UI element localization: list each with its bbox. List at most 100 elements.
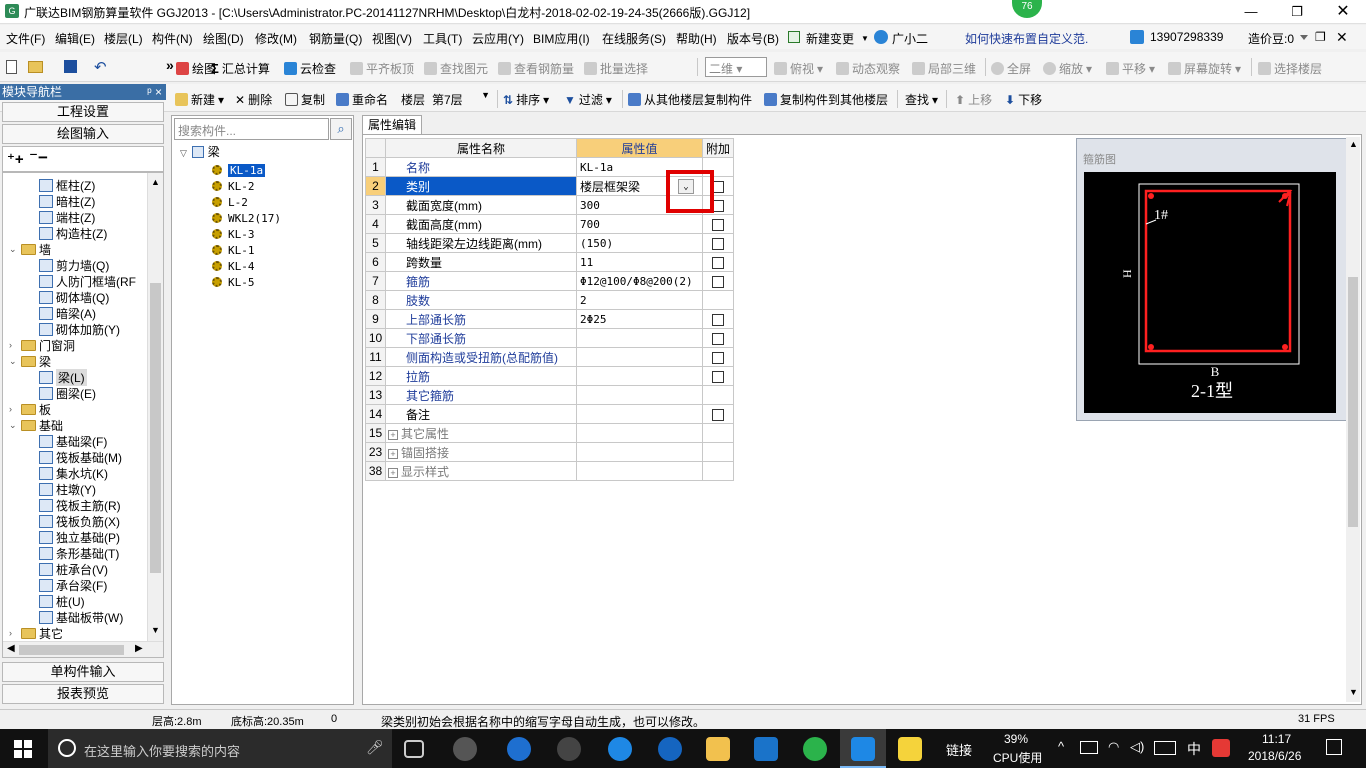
extra-checkbox[interactable] (712, 332, 724, 345)
swirl-app-icon[interactable] (557, 737, 581, 761)
fan-app-icon[interactable] (453, 737, 477, 761)
nav-hscrollbar[interactable]: ◀ ▶ (3, 641, 163, 657)
scroll-down-icon[interactable]: ▼ (1349, 687, 1358, 697)
windows-start-icon[interactable] (14, 740, 32, 758)
new-component-button[interactable]: 新建 ▾ (175, 91, 224, 108)
extra-checkbox[interactable] (712, 370, 724, 383)
view-rebar-button[interactable]: 查看钢筋量 (498, 60, 574, 77)
score-badge[interactable]: 76 (1012, 0, 1042, 18)
batch-select-button[interactable]: 批量选择 (584, 60, 648, 77)
menu-cloud[interactable]: 云应用(Y) (472, 30, 524, 47)
clock-time[interactable]: 11:17 (1262, 732, 1291, 746)
menu-version[interactable]: 版本号(B) (727, 30, 779, 47)
sum-calc-button[interactable]: Σ 汇总计算 (211, 60, 270, 77)
nav-item[interactable]: 桩承台(V) (39, 561, 108, 577)
menu-assistant[interactable]: 广小二 (892, 30, 928, 47)
sogou-ime-icon[interactable] (1212, 739, 1230, 757)
menu-edit[interactable]: 编辑(E) (55, 30, 95, 47)
file-explorer-icon[interactable] (706, 737, 730, 761)
floor-select[interactable]: 第7层 ▼ (430, 88, 492, 108)
nav-item[interactable]: 梁(L) (39, 368, 87, 386)
property-value[interactable] (576, 347, 703, 367)
copy-button[interactable]: 复制 (285, 91, 325, 108)
close-button[interactable]: ✕ (1320, 0, 1366, 24)
property-row[interactable]: 11 侧面构造或受扭筋(总配筋值) (365, 347, 734, 367)
property-row[interactable]: 14 备注 (365, 404, 734, 424)
nav-item[interactable]: 柱墩(Y) (39, 481, 96, 497)
property-row[interactable]: 9 上部通长筋 2Φ25 (365, 309, 734, 329)
nav-item[interactable]: 基础板带(W) (39, 609, 123, 625)
property-row[interactable]: 3 截面宽度(mm) 300 (365, 195, 734, 215)
property-row[interactable]: 2 类别 楼层框架梁 ⌄ (365, 176, 734, 196)
green-app-icon[interactable] (803, 737, 827, 761)
draw-input-button[interactable]: 绘图输入 (2, 124, 164, 144)
nav-scroll-thumb[interactable] (150, 283, 161, 573)
nav-folder[interactable]: › 板 (9, 401, 51, 417)
extra-checkbox[interactable] (712, 256, 724, 269)
extra-checkbox[interactable] (712, 218, 724, 231)
single-component-input-button[interactable]: 单构件输入 (2, 662, 164, 682)
move-up-button[interactable]: ⬆ 上移 (955, 91, 992, 108)
extra-checkbox[interactable] (712, 408, 724, 421)
property-value[interactable] (576, 328, 703, 348)
user-phone[interactable]: 13907298339 (1150, 30, 1223, 44)
copy-from-floor-button[interactable]: 从其他楼层复制构件 (628, 91, 752, 108)
scroll-up-icon[interactable]: ▲ (1349, 139, 1358, 149)
rotate-screen-button[interactable]: 屏幕旋转 ▾ (1168, 60, 1241, 77)
notes-app-icon[interactable] (898, 737, 922, 761)
find-button[interactable]: 查找 ▾ (905, 91, 938, 108)
undo-icon[interactable]: ↶ (94, 58, 107, 76)
extra-checkbox[interactable] (712, 275, 724, 288)
glodon-g-icon[interactable] (754, 737, 778, 761)
nav-item[interactable]: 暗柱(Z) (39, 193, 95, 209)
property-value[interactable]: KL-1a (576, 157, 703, 177)
top-view-button[interactable]: 俯视 ▾ (774, 60, 823, 77)
collapse-icon[interactable]: ▽ (180, 146, 189, 161)
component-item[interactable]: KL-2 (212, 179, 255, 194)
ime-indicator[interactable]: 中 (1187, 739, 1201, 759)
task-view-icon[interactable] (404, 740, 424, 758)
component-item[interactable]: KL-1 (212, 243, 255, 258)
collapse-all-icon[interactable]: ⁻− (29, 148, 48, 168)
zoom-button[interactable]: 缩放 ▾ (1043, 60, 1092, 77)
notification-icon[interactable] (1326, 739, 1342, 755)
menu-tools[interactable]: 工具(T) (423, 30, 462, 47)
keyboard-icon[interactable] (1154, 741, 1176, 755)
nav-item[interactable]: 框柱(Z) (39, 177, 95, 193)
property-value[interactable] (576, 366, 703, 386)
sort-button[interactable]: ⇅ 排序 ▾ (503, 91, 549, 108)
property-value[interactable] (576, 385, 703, 405)
nav-folder[interactable]: ⌄ 梁 (9, 353, 51, 369)
search-icon[interactable]: ⌕ (330, 118, 352, 140)
nav-item[interactable]: 筏板负筋(X) (39, 513, 120, 529)
extra-checkbox[interactable] (712, 313, 724, 326)
property-value[interactable]: Φ12@100/Φ8@200(2) (576, 271, 703, 291)
fullscreen-button[interactable]: 全屏 (991, 60, 1031, 77)
expand-icon[interactable]: › (9, 340, 18, 350)
property-value[interactable]: 11 (576, 252, 703, 272)
nav-item[interactable]: 砌体加筋(Y) (39, 321, 120, 337)
links-toolbar[interactable]: 链接 (946, 740, 972, 759)
scroll-up-icon[interactable]: ▲ (151, 177, 160, 187)
flush-slab-button[interactable]: 平齐板顶 (350, 60, 414, 77)
view-mode-select[interactable]: 二维 ▾ (705, 57, 767, 77)
nav-item[interactable]: 暗梁(A) (39, 305, 96, 321)
clock-date[interactable]: 2018/6/26 (1248, 749, 1301, 763)
tip-link[interactable]: 如何快速布置自定义范. (965, 30, 1088, 47)
property-row[interactable]: 38 + 显示样式 (365, 461, 734, 481)
edge-browser-icon[interactable] (608, 737, 632, 761)
expand-icon[interactable]: + (388, 448, 398, 459)
nav-hscroll-thumb[interactable] (19, 645, 124, 655)
menu-bim[interactable]: BIM应用(I) (533, 30, 590, 47)
menu-online[interactable]: 在线服务(S) (602, 30, 666, 47)
move-down-button[interactable]: ⬇ 下移 (1005, 91, 1042, 108)
open-folder-icon[interactable] (28, 61, 43, 73)
nav-item[interactable]: 基础梁(F) (39, 433, 107, 449)
scroll-left-icon[interactable]: ◀ (7, 643, 15, 654)
expand-icon[interactable]: + (388, 429, 398, 440)
component-item[interactable]: WKL2(17) (212, 211, 281, 226)
property-value[interactable]: 300 (576, 195, 703, 215)
property-row[interactable]: 15 + 其它属性 (365, 423, 734, 443)
property-row[interactable]: 1 名称 KL-1a (365, 157, 734, 177)
scroll-down-icon[interactable]: ▼ (151, 625, 160, 635)
